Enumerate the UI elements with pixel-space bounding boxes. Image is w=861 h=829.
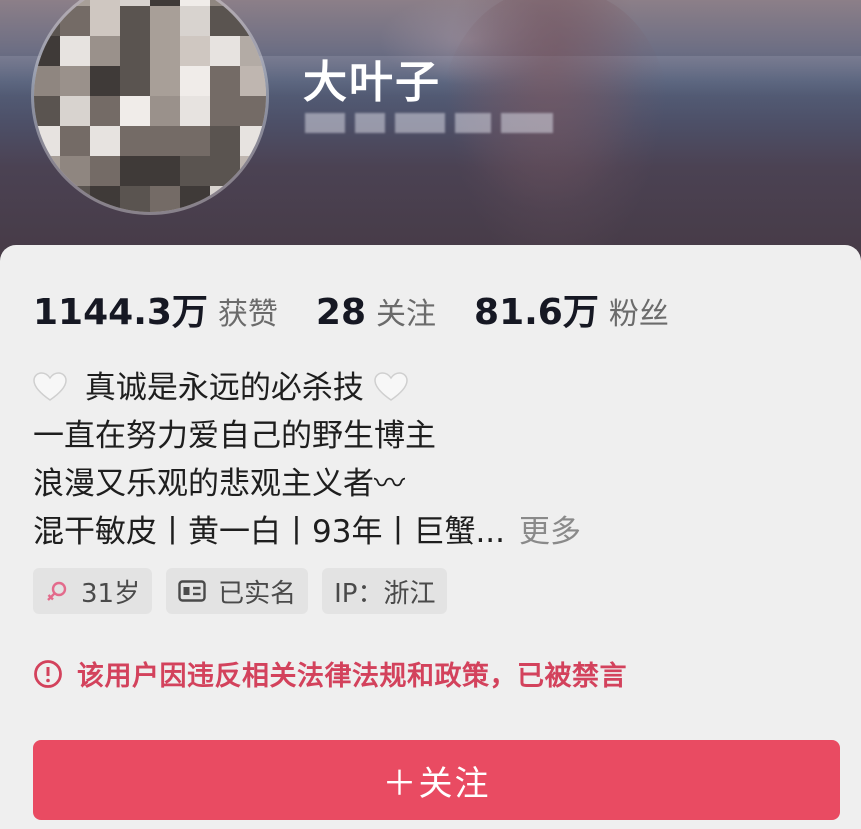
ip-tag: IP：浙江 xyxy=(322,568,448,614)
white-heart-icon xyxy=(33,372,67,402)
bio-text-4: 混干敏皮丨黄一白丨93年丨巨蟹... xyxy=(33,514,506,550)
follow-button[interactable]: ＋关注 xyxy=(33,740,840,820)
bio-line-4: 混干敏皮丨黄一白丨93年丨巨蟹... 更多 xyxy=(33,508,581,556)
bio-line-2: 一直在努力爱自己的野生博主 xyxy=(33,418,436,454)
following-count[interactable]: 28 xyxy=(316,292,366,333)
age-text: 31岁 xyxy=(81,578,141,609)
ban-notice: 该用户因违反相关法律法规和政策，已被禁言 xyxy=(33,654,627,693)
likes-count[interactable]: 1144.3万 xyxy=(33,283,208,335)
avatar[interactable] xyxy=(34,0,266,212)
white-heart-icon xyxy=(373,372,408,402)
bio-line-3: 浪漫又乐观的悲观主义者〰 xyxy=(33,466,405,502)
profile-stats: 1144.3万 获赞 28 关注 81.6万 粉丝 xyxy=(33,283,707,335)
verified-tag: 已实名 xyxy=(166,568,309,614)
bio-line-1: 真诚是永远的必杀技 xyxy=(33,364,581,412)
ban-notice-text: 该用户因违反相关法律法规和政策，已被禁言 xyxy=(77,661,627,692)
followers-count[interactable]: 81.6万 xyxy=(474,283,599,335)
alert-circle-icon xyxy=(33,659,63,689)
following-label: 关注 xyxy=(376,297,437,332)
profile-bio: 真诚是永远的必杀技 一直在努力爱自己的野生博主 浪漫又乐观的悲观主义者〰 混干敏… xyxy=(33,364,581,556)
profile-id-blurred xyxy=(305,113,553,135)
female-icon xyxy=(45,579,69,603)
bio-text-1: 真诚是永远的必杀技 xyxy=(84,370,364,406)
id-card-icon xyxy=(178,580,206,602)
verified-text: 已实名 xyxy=(218,578,297,609)
ip-text: IP：浙江 xyxy=(334,578,436,609)
profile-page: 大叶子 1144.3万 获赞 28 关注 81.6万 粉丝 真诚是永远的必杀技 … xyxy=(0,0,861,829)
profile-tags: 31岁 已实名 IP：浙江 xyxy=(33,568,448,614)
followers-label: 粉丝 xyxy=(608,297,669,332)
bio-more-link[interactable]: 更多 xyxy=(519,514,581,550)
likes-label: 获赞 xyxy=(217,297,278,332)
age-tag: 31岁 xyxy=(33,568,153,614)
profile-name: 大叶子 xyxy=(303,57,441,108)
